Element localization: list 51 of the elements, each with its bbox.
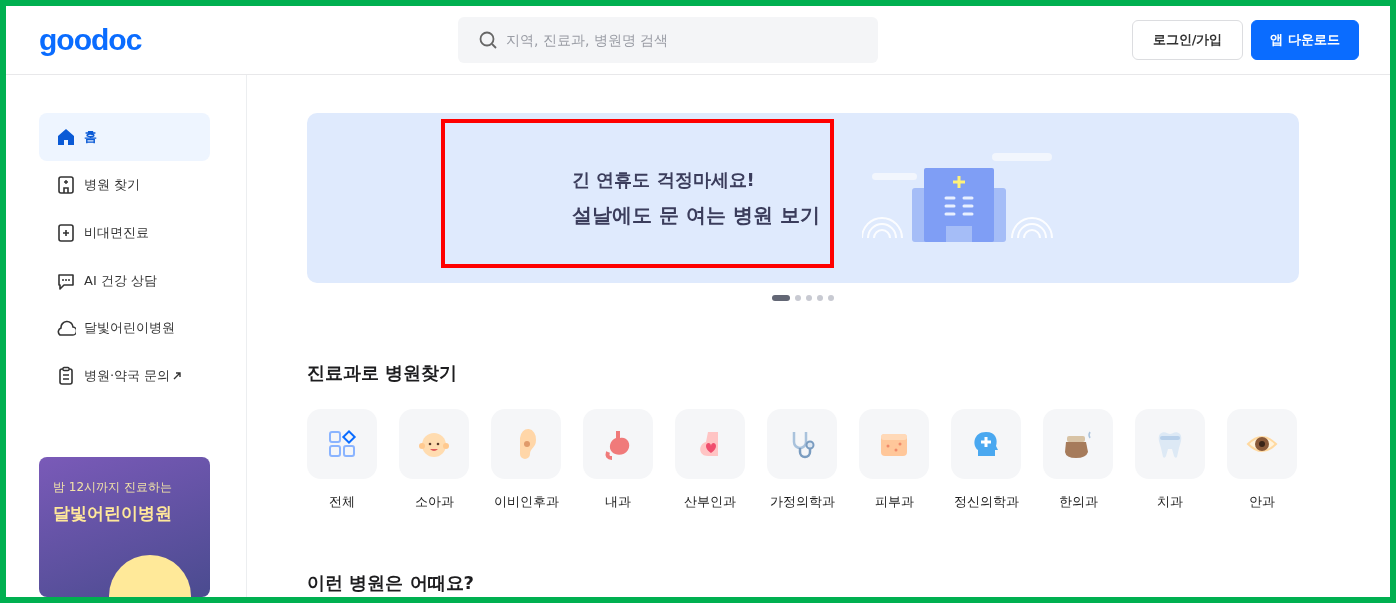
logo[interactable]: goodoc (39, 23, 458, 57)
banner[interactable]: 긴 연휴도 걱정마세요! 설날에도 문 여는 병원 보기 (307, 113, 1299, 283)
category-label[interactable]: 치과 (1157, 493, 1183, 511)
sidebar-item[interactable]: AI 건강 상담 (39, 256, 210, 305)
login-button[interactable]: 로그인/가입 (1132, 20, 1243, 60)
banner-title: 설날에도 문 여는 병원 보기 (572, 201, 821, 229)
category-label[interactable]: 정신의학과 (953, 493, 1019, 511)
category-label[interactable]: 한의과 (1058, 493, 1098, 511)
moon-cloud-icon (56, 318, 76, 339)
category-tile[interactable] (951, 409, 1021, 479)
promo-subtitle: 밤 12시까지 진료하는 (53, 479, 173, 497)
promo-title: 달빛어린이병원 (53, 502, 173, 526)
sidebar-item[interactable]: 달빛어린이병원 (39, 304, 210, 353)
category-tile[interactable] (675, 409, 745, 479)
sidebar-item[interactable]: 홈 (39, 113, 210, 161)
category-tile[interactable] (399, 409, 469, 479)
category-tile[interactable] (1043, 409, 1113, 479)
category-tile[interactable] (307, 409, 377, 479)
sidebar-item[interactable]: 병원·약국 문의 (39, 352, 210, 401)
section-title: 이런 병원은 어때요? (307, 571, 475, 595)
grid-icon (326, 428, 358, 460)
pager-dot[interactable] (806, 295, 812, 301)
category-tile[interactable] (767, 409, 837, 479)
home-icon (56, 126, 76, 147)
category-label[interactable]: 가정의학과 (769, 493, 835, 511)
pager-dot[interactable] (817, 295, 823, 301)
search-icon (478, 30, 498, 50)
clipboard-icon (56, 366, 76, 387)
promo-card[interactable]: 밤 12시까지 진료하는 달빛어린이병원 (39, 457, 210, 597)
section-title: 진료과로 병원찾기 (307, 361, 459, 385)
category-tile[interactable] (1135, 409, 1205, 479)
pager-dot[interactable] (828, 295, 834, 301)
category-label[interactable]: 이비인후과 (493, 493, 559, 511)
category-label[interactable]: 산부인과 (684, 493, 736, 511)
category-label[interactable]: 내과 (605, 493, 631, 511)
category-tile[interactable] (491, 409, 561, 479)
category-tile[interactable] (859, 409, 929, 479)
download-button[interactable]: 앱 다운로드 (1251, 20, 1359, 60)
category-label[interactable]: 안과 (1249, 493, 1275, 511)
category-tile[interactable] (1227, 409, 1297, 479)
pager-dot[interactable] (795, 295, 801, 301)
sidebar-item[interactable]: 비대면진료 (39, 208, 210, 257)
tablet-plus-icon (56, 222, 76, 243)
banner-subtitle: 긴 연휴도 걱정마세요! (572, 167, 756, 192)
category-label[interactable]: 피부과 (874, 493, 914, 511)
search-field[interactable]: 지역, 진료과, 병원명 검색 (458, 17, 878, 63)
category-label[interactable]: 소아과 (414, 493, 454, 511)
category-tile[interactable] (583, 409, 653, 479)
building-icon (56, 174, 76, 195)
category-label[interactable]: 전체 (329, 493, 355, 511)
sidebar-item[interactable]: 병원 찾기 (39, 160, 210, 209)
